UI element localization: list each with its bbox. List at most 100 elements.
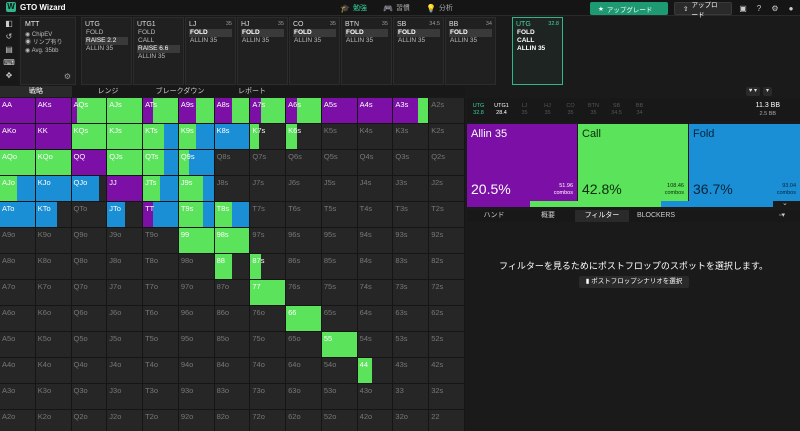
right-position[interactable]: SB 34.5 bbox=[605, 103, 628, 117]
hand-cell[interactable]: KJs bbox=[107, 124, 144, 150]
position-card[interactable]: UTG 32.8 FOLD CALL ALLIN 35 bbox=[512, 17, 563, 85]
hand-cell[interactable]: Q9s bbox=[178, 150, 215, 176]
hand-cell[interactable]: J3o bbox=[107, 384, 144, 410]
position-action[interactable]: ALLIN 35 bbox=[397, 37, 440, 45]
position-card[interactable]: BTN 35 FOLD ALLIN 35 bbox=[341, 17, 392, 85]
hand-cell[interactable]: T6s bbox=[286, 202, 322, 228]
hand-cell[interactable]: 32o bbox=[393, 410, 430, 431]
position-action[interactable]: FOLD bbox=[241, 29, 284, 37]
hand-cell[interactable]: J7s bbox=[250, 176, 287, 202]
hand-cell[interactable]: 92s bbox=[429, 228, 465, 254]
hand-cell[interactable]: K2s bbox=[429, 124, 465, 150]
hand-cell[interactable]: 72o bbox=[250, 410, 287, 431]
gear-icon[interactable]: ⚙ bbox=[64, 72, 71, 81]
hand-cell[interactable]: Q3s bbox=[393, 150, 430, 176]
hand-cell[interactable]: A8s bbox=[214, 98, 251, 124]
hand-cell[interactable]: 85o bbox=[214, 332, 251, 358]
subtab-3[interactable]: レポート bbox=[216, 86, 288, 97]
position-card[interactable]: UTG FOLD RAISE 2.2 ALLIN 35 bbox=[81, 17, 132, 85]
hand-cell[interactable]: K3s bbox=[393, 124, 430, 150]
hand-cell[interactable]: 75s bbox=[321, 280, 358, 306]
position-action[interactable]: FOLD bbox=[516, 29, 559, 37]
right-position[interactable]: LJ 35 bbox=[513, 103, 536, 117]
hand-cell[interactable]: 55 bbox=[321, 332, 358, 358]
hand-cell[interactable]: Q7s bbox=[250, 150, 287, 176]
hand-cell[interactable]: T3s bbox=[393, 202, 430, 228]
hand-cell[interactable]: 64o bbox=[286, 358, 322, 384]
hand-cell[interactable]: J5s bbox=[321, 176, 358, 202]
hand-cell[interactable]: A6o bbox=[0, 306, 36, 332]
analysis-tab-3[interactable]: BLOCKERS bbox=[629, 210, 683, 222]
hand-cell[interactable]: Q4s bbox=[357, 150, 394, 176]
position-action[interactable]: FOLD bbox=[189, 29, 232, 37]
hand-cell[interactable]: 33 bbox=[393, 384, 430, 410]
hand-cell[interactable]: A6s bbox=[286, 98, 322, 124]
display-toggle-icon[interactable]: ▫▾ bbox=[779, 211, 785, 219]
hand-cell[interactable]: T3o bbox=[143, 384, 179, 410]
hand-cell[interactable]: KTo bbox=[35, 202, 72, 228]
hand-cell[interactable]: J7o bbox=[107, 280, 144, 306]
hand-cell[interactable]: 65o bbox=[286, 332, 322, 358]
hand-cell[interactable]: 75o bbox=[250, 332, 287, 358]
position-action[interactable]: ALLIN 35 bbox=[189, 37, 232, 45]
right-position[interactable]: CO 35 bbox=[559, 103, 582, 117]
hand-cell[interactable]: AKo bbox=[0, 124, 36, 150]
right-position[interactable]: BTN 35 bbox=[582, 103, 605, 117]
position-action[interactable]: FOLD bbox=[449, 29, 492, 37]
hand-cell[interactable]: 96s bbox=[286, 228, 322, 254]
hand-cell[interactable]: TT bbox=[143, 202, 179, 228]
hand-cell[interactable]: 98s bbox=[214, 228, 251, 254]
hand-cell[interactable]: K6s bbox=[286, 124, 322, 150]
hand-cell[interactable]: 53o bbox=[321, 384, 358, 410]
hand-cell[interactable]: A9s bbox=[178, 98, 215, 124]
analysis-tab-0[interactable]: ハンド bbox=[467, 210, 521, 222]
hand-cell[interactable]: T7o bbox=[143, 280, 179, 306]
hand-cell[interactable]: 97o bbox=[178, 280, 215, 306]
position-action[interactable]: ALLIN 35 bbox=[137, 53, 180, 61]
screenshot-icon[interactable]: ▣ bbox=[738, 4, 748, 13]
hand-cell[interactable]: K5s bbox=[321, 124, 358, 150]
hand-cell[interactable]: 83s bbox=[393, 254, 430, 280]
hand-cell[interactable]: J5o bbox=[107, 332, 144, 358]
hand-cell[interactable]: T4o bbox=[143, 358, 179, 384]
hand-cell[interactable]: K4o bbox=[35, 358, 72, 384]
hand-cell[interactable]: 82o bbox=[214, 410, 251, 431]
hand-cell[interactable]: 86o bbox=[214, 306, 251, 332]
action-card-allin[interactable]: Allin 35 20.5% 51.96 combos bbox=[467, 124, 577, 201]
right-position[interactable]: UTG1 28.4 bbox=[490, 103, 513, 117]
heart-icon[interactable]: ♥ ▾ bbox=[745, 87, 760, 96]
hand-cell[interactable]: T7s bbox=[250, 202, 287, 228]
hand-cell[interactable]: J6s bbox=[286, 176, 322, 202]
hand-cell[interactable]: AJo bbox=[0, 176, 36, 202]
hand-cell[interactable]: Q2o bbox=[71, 410, 108, 431]
hand-cell[interactable]: Q6s bbox=[286, 150, 322, 176]
hand-cell[interactable]: QTo bbox=[71, 202, 108, 228]
upgrade-button[interactable]: ★ アップグレード bbox=[590, 2, 668, 15]
hand-cell[interactable]: Q2s bbox=[429, 150, 465, 176]
position-action[interactable]: FOLD bbox=[397, 29, 440, 37]
hand-cell[interactable]: 62s bbox=[429, 306, 465, 332]
hand-cell[interactable]: 93s bbox=[393, 228, 430, 254]
hand-cell[interactable]: 94s bbox=[357, 228, 394, 254]
hand-cell[interactable]: 82s bbox=[429, 254, 465, 280]
hand-cell[interactable]: 88 bbox=[214, 254, 251, 280]
right-position[interactable]: BB 34 bbox=[628, 103, 651, 117]
hand-cell[interactable]: K8s bbox=[214, 124, 251, 150]
position-action[interactable]: ALLIN 35 bbox=[449, 37, 492, 45]
hand-cell[interactable]: 84o bbox=[214, 358, 251, 384]
position-action[interactable]: CALL bbox=[516, 37, 559, 45]
move-icon[interactable]: ✥ bbox=[6, 71, 13, 81]
subtab-0[interactable]: 戦略 bbox=[0, 86, 72, 97]
position-action[interactable]: ALLIN 35 bbox=[85, 45, 128, 53]
position-action[interactable]: FOLD bbox=[345, 29, 388, 37]
position-action[interactable]: ALLIN 35 bbox=[241, 37, 284, 45]
hand-cell[interactable]: A4s bbox=[357, 98, 394, 124]
hand-cell[interactable]: AJs bbox=[107, 98, 144, 124]
hand-cell[interactable]: K6o bbox=[35, 306, 72, 332]
position-card[interactable]: UTG1 FOLD CALL RAISE 6.6 ALLIN 35 bbox=[133, 17, 184, 85]
logo[interactable]: W GTO Wizard bbox=[6, 2, 66, 12]
hand-cell[interactable]: QTs bbox=[143, 150, 179, 176]
help-icon[interactable]: ? bbox=[754, 4, 764, 13]
action-card-call[interactable]: Call 42.8% 108.46 combos bbox=[578, 124, 688, 201]
position-card[interactable]: HJ 35 FOLD ALLIN 35 bbox=[237, 17, 288, 85]
